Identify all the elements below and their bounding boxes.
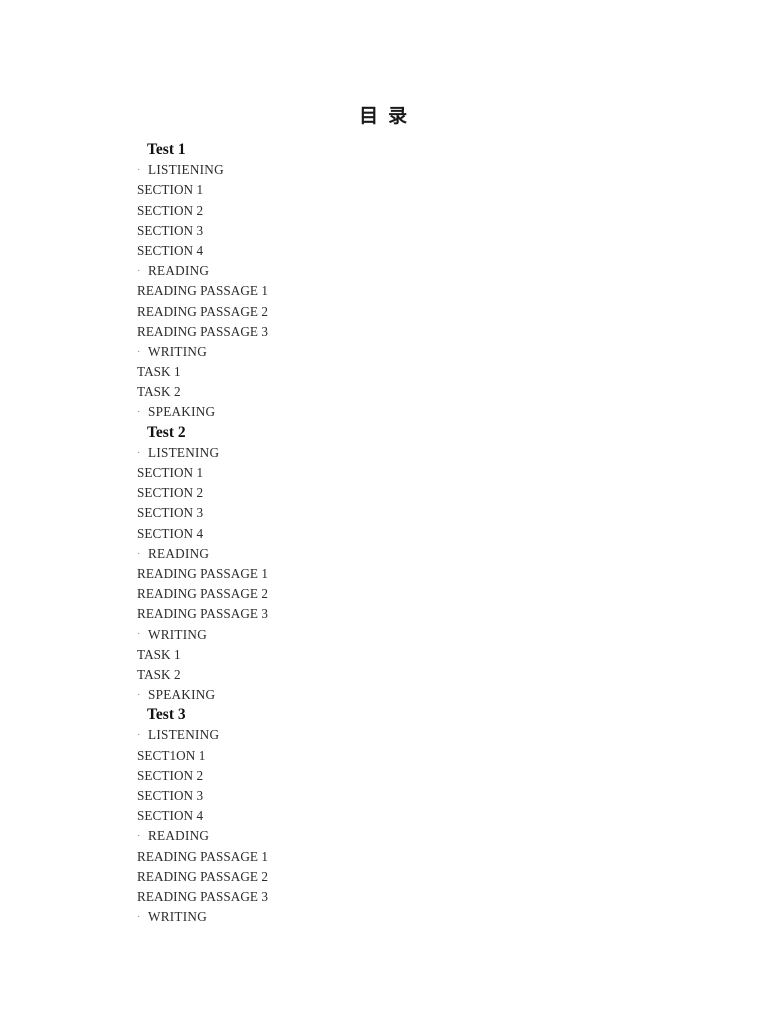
toc-test-heading[interactable]: Test 3 [137,705,557,725]
toc-entry-label: READING PASSAGE 2 [137,868,269,884]
toc-item-entry[interactable]: READING PASSAGE 1 [137,281,557,301]
toc-item-entry[interactable]: SECTION 2 [137,201,557,221]
bullet-dot-icon: · [137,165,141,177]
toc-section-entry[interactable]: · SPEAKING [137,685,557,705]
bullet-dot-icon: · [137,447,141,459]
toc-item-entry[interactable]: READING PASSAGE 1 [137,847,557,867]
toc-section-entry[interactable]: · WRITING [137,625,557,645]
toc-entry-label: READING PASSAGE 3 [137,323,269,339]
toc-entry-label: TASK 2 [137,384,181,400]
bullet-dot-icon: · [137,548,141,560]
toc-item-entry[interactable]: READING PASSAGE 3 [137,887,557,907]
toc-entry-label: READING [148,828,210,844]
bullet-dot-icon: · [137,346,141,358]
toc-test-heading[interactable]: Test 2 [137,423,557,443]
toc-item-entry[interactable]: READING PASSAGE 2 [137,302,557,322]
bullet-dot-icon: · [137,689,141,701]
toc-entry-label: SECTION 1 [137,465,204,480]
toc-section-entry[interactable]: · LISTIENING [137,160,557,180]
toc-item-entry[interactable]: SECTION 2 [137,766,557,786]
toc-entry-label: READING PASSAGE 2 [137,303,269,319]
document-page: 目 录 Test 1 · LISTIENING SECTION 1 SECTION 2 S… [0,0,768,1024]
toc-entry-label: SECTION 2 [137,767,204,783]
toc-item-entry[interactable]: SECTION 4 [137,524,557,544]
toc-entry-label: TASK 1 [137,364,181,380]
toc-item-entry[interactable]: TASK 1 [137,645,557,665]
toc-entry-label: SPEAKING [148,404,216,420]
toc-test-block: Test 2 · LISTENING SECTION 1 SECTION 2 SECTIO… [137,423,557,706]
toc-entry-label: WRITING [148,626,207,642]
toc-entry-label: SECTION 4 [137,242,204,258]
toc-entry-label: SECTION 3 [137,788,204,803]
toc-item-entry[interactable]: SECTION 3 [137,221,557,241]
table-of-contents: Test 1 · LISTIENING SECTION 1 SECTION 2 SECTI… [137,140,557,927]
toc-item-entry[interactable]: SECTION 1 [137,463,557,483]
toc-entry-label: SECT1ON 1 [137,747,206,763]
toc-item-entry[interactable]: SECTION 1 [137,180,557,200]
toc-section-entry[interactable]: · WRITING [137,342,557,362]
toc-entry-label: TASK 2 [137,666,181,682]
toc-entry-label: TASK 1 [137,646,181,662]
toc-section-entry[interactable]: · WRITING [137,907,557,927]
toc-entry-label: SECTION 4 [137,808,204,824]
bullet-dot-icon: · [137,911,141,923]
toc-item-entry[interactable]: READING PASSAGE 3 [137,604,557,624]
toc-entry-label: READING PASSAGE 3 [137,606,269,622]
toc-entry-label: LISTENING [148,727,220,743]
toc-item-entry[interactable]: SECTION 2 [137,483,557,503]
bullet-dot-icon: · [137,265,141,277]
bullet-dot-icon: · [137,407,141,419]
toc-entry-label: READING PASSAGE 1 [137,283,269,299]
toc-entry-label: SECTION 3 [137,222,204,238]
toc-item-entry[interactable]: TASK 1 [137,362,557,382]
toc-entry-label: WRITING [148,909,207,925]
toc-entry-label: SPEAKING [148,687,216,703]
toc-section-entry[interactable]: · LISTENING [137,443,557,463]
toc-entry-label: SECTION 3 [137,505,204,521]
toc-test-block: Test 3 · LISTENING SECT1ON 1 SECTION 2 SECTIO… [137,705,557,927]
toc-item-entry[interactable]: READING PASSAGE 3 [137,322,557,342]
toc-item-entry[interactable]: TASK 2 [137,382,557,402]
toc-entry-label: LISTIENING [148,162,224,178]
toc-item-entry[interactable]: SECTION 4 [137,806,557,826]
toc-entry-label: SECTION 1 [137,182,204,198]
toc-entry-label: READING PASSAGE 1 [137,848,269,864]
toc-item-entry[interactable]: READING PASSAGE 2 [137,584,557,604]
page-title: 目 录 [359,105,409,127]
toc-section-entry[interactable]: · READING [137,544,557,564]
toc-entry-label: READING [148,545,210,561]
toc-item-entry[interactable]: SECT1ON 1 [137,746,557,766]
bullet-dot-icon: · [137,730,141,742]
toc-entry-label: SECTION 2 [137,485,204,501]
toc-entry-label: READING PASSAGE 1 [137,565,269,581]
toc-test-block: Test 1 · LISTIENING SECTION 1 SECTION 2 SECTI… [137,140,557,423]
bullet-dot-icon: · [137,629,141,641]
toc-section-entry[interactable]: · READING [137,826,557,846]
toc-entry-label: READING [148,263,210,279]
toc-entry-label: SECTION 4 [137,525,204,541]
toc-entry-label: LISTENING [148,444,220,460]
toc-section-entry[interactable]: · LISTENING [137,725,557,745]
toc-item-entry[interactable]: SECTION 3 [137,503,557,523]
toc-entry-label: WRITING [148,343,207,359]
toc-item-entry[interactable]: READING PASSAGE 2 [137,867,557,887]
toc-entry-label: SECTION 2 [137,202,204,218]
toc-item-entry[interactable]: TASK 2 [137,665,557,685]
toc-entry-label: READING PASSAGE 2 [137,586,269,602]
bullet-dot-icon: · [137,831,141,843]
toc-item-entry[interactable]: SECTION 4 [137,241,557,261]
toc-item-entry[interactable]: SECTION 3 [137,786,557,806]
toc-item-entry[interactable]: READING PASSAGE 1 [137,564,557,584]
toc-test-heading[interactable]: Test 1 [137,140,557,160]
toc-entry-label: READING PASSAGE 3 [137,888,269,904]
toc-section-entry[interactable]: · READING [137,261,557,281]
toc-section-entry[interactable]: · SPEAKING [137,402,557,422]
